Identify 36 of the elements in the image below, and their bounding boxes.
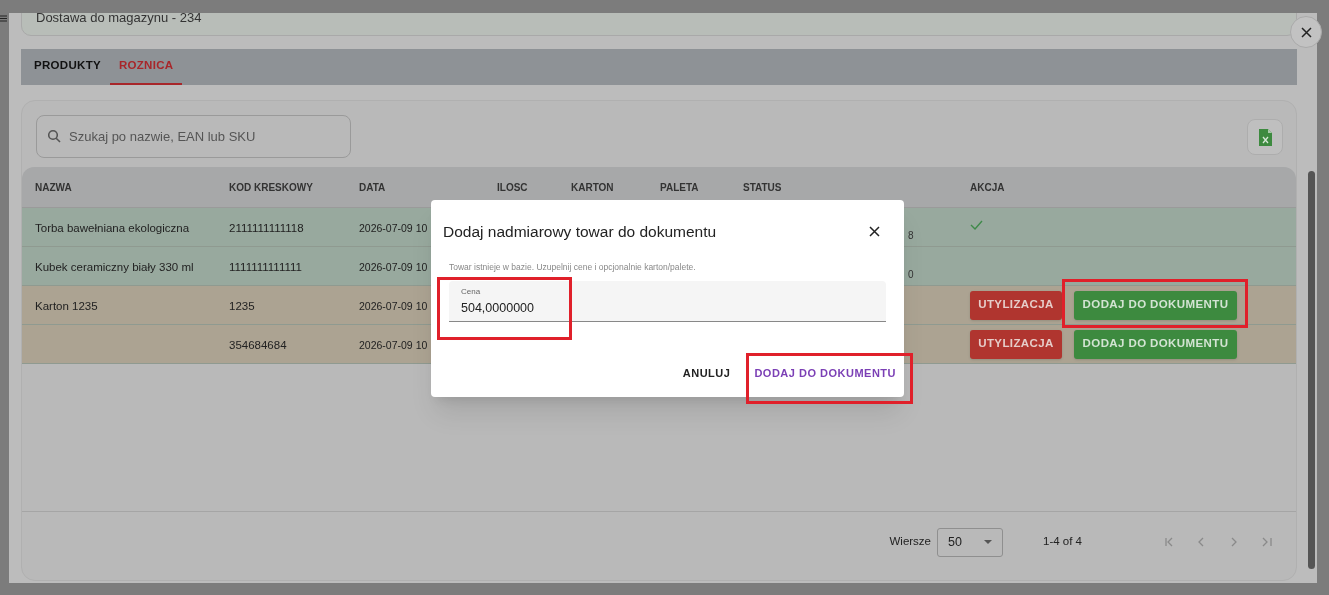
column-header: STATUS <box>743 180 782 195</box>
dialog-title: Dodaj nadmiarowy towar do dokumentu <box>443 221 717 242</box>
table-cell: Karton 1235 <box>35 300 98 312</box>
table-cell: 354684684 <box>229 339 287 351</box>
dispose-button[interactable]: UTYLIZACJA <box>970 329 1062 359</box>
field-label: Cena <box>461 285 481 298</box>
table-cell: 2026-07-09 10 <box>359 222 428 234</box>
dispose-button[interactable]: UTYLIZACJA <box>970 290 1062 320</box>
rows-per-page-select[interactable]: 50 <box>937 527 1003 557</box>
tab[interactable]: PRODUKTY <box>25 49 110 85</box>
dialog-hint: Towar istnieje w bazie. Uzupelnij cene i opcjonalnie karton/palete. <box>449 261 697 274</box>
column-header: PALETA <box>660 180 699 195</box>
column-header: DATA <box>359 180 386 195</box>
column-header: ILOSC <box>497 180 528 195</box>
add-to-document-button[interactable]: DODAJ DO DOKUMENTU <box>1074 329 1237 359</box>
rows-per-page-label: Wiersze <box>889 534 931 550</box>
cancel-button[interactable]: ANULUJ <box>672 357 741 388</box>
table-cell: Kubek ceramiczny biały 330 ml <box>35 261 194 273</box>
column-header: KOD KRESKOWY <box>229 180 313 195</box>
header-title: Dostawa do magazynu - 234 <box>36 13 202 27</box>
search-field[interactable]: Szukaj po nazwie, EAN lub SKU <box>36 115 351 158</box>
table-cell: 8 <box>908 230 914 241</box>
table-cell: Torba bawełniana ekologiczna <box>35 222 190 234</box>
table-cell: 2111111111118 <box>229 222 304 234</box>
column-header: AKCJA <box>970 180 1005 195</box>
table-cell: 2026-07-09 10 <box>359 339 428 351</box>
table-cell: 2026-07-09 10 <box>359 300 428 312</box>
table-cell: 0 <box>908 269 914 280</box>
table-cell: 1111111111111 <box>229 261 302 273</box>
table-cell: 1235 <box>229 300 255 312</box>
column-header: NAZWA <box>35 180 72 195</box>
page-range: 1-4 of 4 <box>1043 534 1082 550</box>
add-to-document-button[interactable]: DODAJ DO DOKUMENTU <box>748 357 902 388</box>
add-to-document-button[interactable]: DODAJ DO DOKUMENTU <box>1074 290 1237 320</box>
table-cell: 2026-07-09 10 <box>359 261 428 273</box>
column-header: KARTON <box>571 180 614 195</box>
